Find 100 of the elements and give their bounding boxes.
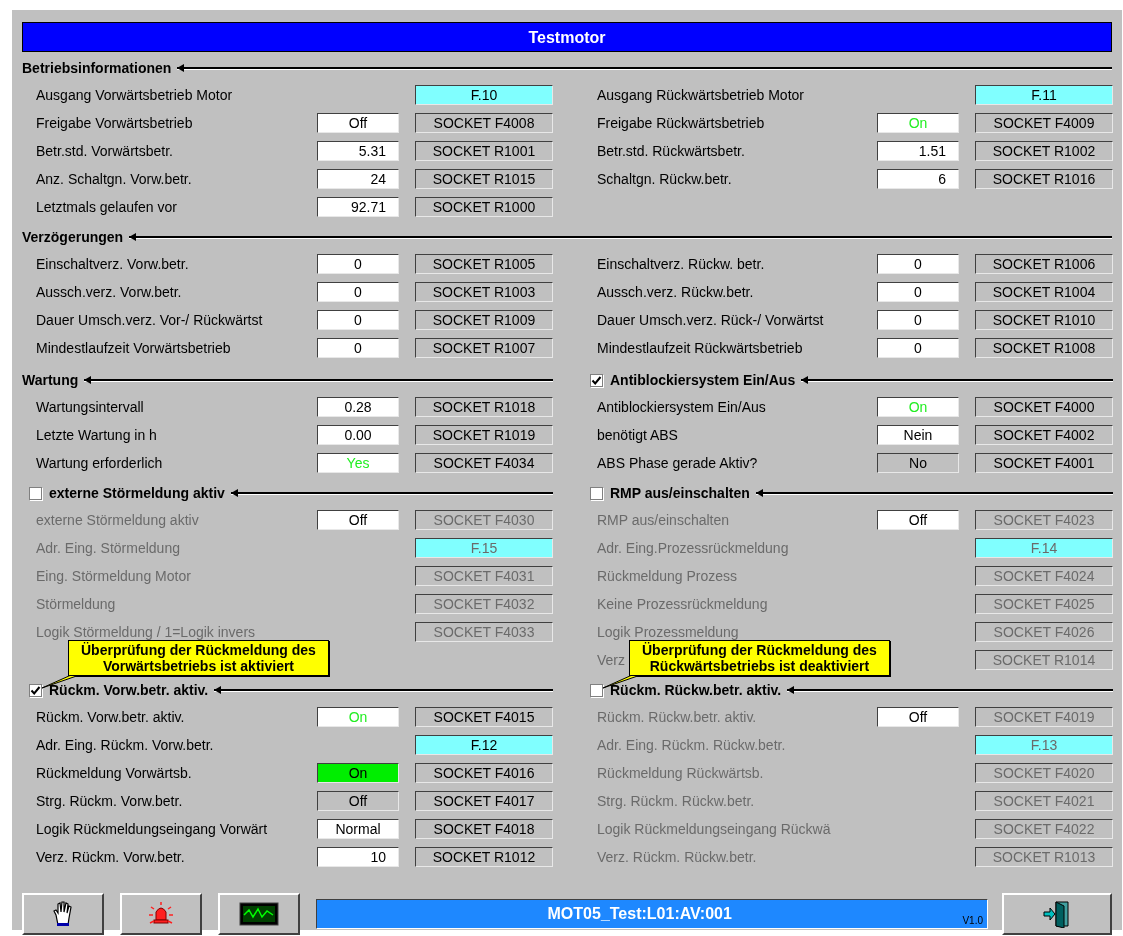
socket-field: SOCKET F4017 — [415, 791, 553, 811]
value-field: Nein — [877, 425, 959, 445]
value-field: Normal — [317, 819, 399, 839]
window-title: Testmotor — [22, 22, 1112, 52]
socket-field: SOCKET F4000 — [975, 397, 1113, 417]
field-label: Einschaltverz. Vorw.betr. — [36, 256, 189, 272]
socket-field: SOCKET R1004 — [975, 282, 1113, 302]
field-label: Rückm. Rückw.betr. aktiv. — [597, 709, 757, 725]
value-field: 92.71 — [317, 197, 399, 217]
field-label: Antiblockiersystem Ein/Aus — [597, 399, 766, 415]
field-label: Rückmeldung Rückwärtsb. — [597, 765, 764, 781]
socket-field: SOCKET F4023 — [975, 510, 1113, 530]
section-title: Antiblockiersystem Ein/Aus — [610, 372, 796, 388]
socket-field: SOCKET F4026 — [975, 622, 1113, 642]
value-field: Off — [317, 510, 399, 530]
field-label: Logik Rückmeldungseingang Rückwä — [597, 821, 831, 837]
field-label: Betr.std. Vorwärtsbetr. — [36, 143, 173, 159]
address-field: F.11 — [975, 85, 1113, 105]
value-field: 5.31 — [317, 141, 399, 161]
callout-tooltip: Überprüfung der Rückmeldung des Vorwärtsbetriebs ist aktiviert — [68, 640, 329, 676]
exit-button[interactable] — [1002, 893, 1112, 935]
hand-button[interactable] — [22, 893, 104, 935]
address-field: F.10 — [415, 85, 553, 105]
socket-field: SOCKET R1018 — [415, 397, 553, 417]
field-label: Logik Störmeldung / 1=Logik invers — [36, 624, 256, 640]
address-field: F.12 — [415, 735, 553, 755]
field-label: Wartung erforderlich — [36, 455, 163, 471]
value-field: Off — [877, 510, 959, 530]
field-label: Adr. Eing. Störmeldung — [36, 540, 180, 556]
field-label: Strg. Rückm. Rückw.betr. — [597, 793, 755, 809]
field-label: Strg. Rückm. Vorw.betr. — [36, 793, 183, 809]
socket-field: SOCKET R1015 — [415, 169, 553, 189]
value-field: Off — [877, 707, 959, 727]
exit-door-icon — [1042, 900, 1072, 928]
value-field: On — [877, 397, 959, 417]
field-label: Keine Prozessrückmeldung — [597, 596, 768, 612]
checkbox[interactable] — [590, 373, 603, 387]
field-label: Freigabe Vorwärtsbetrieb — [36, 115, 193, 131]
value-field: 0 — [317, 282, 399, 302]
field-label: Verz. Rückm. Vorw.betr. — [36, 849, 185, 865]
value-field: Off — [317, 791, 399, 811]
field-label: RMP aus/einschalten — [597, 512, 730, 528]
socket-field: SOCKET F4022 — [975, 819, 1113, 839]
value-field: On — [877, 113, 959, 133]
value-field: 0 — [877, 338, 959, 358]
field-label: Mindestlaufzeit Rückwärtsbetrieb — [597, 340, 803, 356]
address-field: F.14 — [975, 538, 1113, 558]
checkbox[interactable] — [29, 683, 42, 697]
checkbox[interactable] — [590, 486, 603, 500]
hand-icon — [52, 901, 74, 927]
socket-field: SOCKET F4025 — [975, 594, 1113, 614]
value-field: 0.28 — [317, 397, 399, 417]
value-field: 0 — [877, 310, 959, 330]
field-label: Verz — [597, 652, 625, 668]
field-label: Einschaltverz. Rückw. betr. — [597, 256, 765, 272]
socket-field: SOCKET R1019 — [415, 425, 553, 445]
address-field: F.15 — [415, 538, 553, 558]
value-field: 0 — [877, 254, 959, 274]
socket-field: SOCKET R1000 — [415, 197, 553, 217]
field-label: Rückmeldung Prozess — [597, 568, 738, 584]
field-label: Anz. Schaltgn. Vorw.betr. — [36, 171, 192, 187]
socket-field: SOCKET R1009 — [415, 310, 553, 330]
section-title: Verzögerungen — [22, 229, 124, 245]
socket-field: SOCKET R1016 — [975, 169, 1113, 189]
alarm-button[interactable] — [120, 893, 202, 935]
field-label: Aussch.verz. Rückw.betr. — [597, 284, 754, 300]
field-label: Aussch.verz. Vorw.betr. — [36, 284, 182, 300]
value-field: Off — [317, 113, 399, 133]
value-field: 24 — [317, 169, 399, 189]
value-field: 0.00 — [317, 425, 399, 445]
socket-field: SOCKET F4031 — [415, 566, 553, 586]
field-label: Rückmeldung Vorwärtsb. — [36, 765, 192, 781]
section-title: externe Störmeldung aktiv — [49, 485, 225, 501]
section-title: Rückm. Vorw.betr. aktiv. — [49, 682, 209, 698]
field-label: benötigt ABS — [597, 427, 678, 443]
socket-field: SOCKET R1014 — [975, 650, 1113, 670]
checkbox[interactable] — [29, 486, 42, 500]
value-field: Yes — [317, 453, 399, 473]
socket-field: SOCKET R1012 — [415, 847, 553, 867]
section-title: Betriebsinformationen — [22, 60, 172, 76]
value-field: 10 — [317, 847, 399, 867]
socket-field: SOCKET F4015 — [415, 707, 553, 727]
field-label: Freigabe Rückwärtsbetrieb — [597, 115, 765, 131]
field-label: Adr. Eing.Prozessrückmeldung — [597, 540, 789, 556]
socket-field: SOCKET F4018 — [415, 819, 553, 839]
field-label: Eing. Störmeldung Motor — [36, 568, 191, 584]
field-label: Wartungsintervall — [36, 399, 144, 415]
section-title: Wartung — [22, 372, 79, 388]
value-field: 0 — [317, 338, 399, 358]
field-label: Adr. Eing. Rückm. Rückw.betr. — [597, 737, 786, 753]
field-label: Störmeldung — [36, 596, 116, 612]
value-field: 0 — [317, 310, 399, 330]
value-field: 1.51 — [877, 141, 959, 161]
field-label: Dauer Umsch.verz. Rück-/ Vorwärtst — [597, 312, 824, 328]
socket-field: SOCKET R1007 — [415, 338, 553, 358]
monitor-button[interactable] — [218, 893, 300, 935]
checkbox[interactable] — [590, 683, 603, 697]
socket-field: SOCKET F4008 — [415, 113, 553, 133]
version-label: V1.0 — [962, 915, 983, 926]
field-label: Mindestlaufzeit Vorwärtsbetrieb — [36, 340, 231, 356]
